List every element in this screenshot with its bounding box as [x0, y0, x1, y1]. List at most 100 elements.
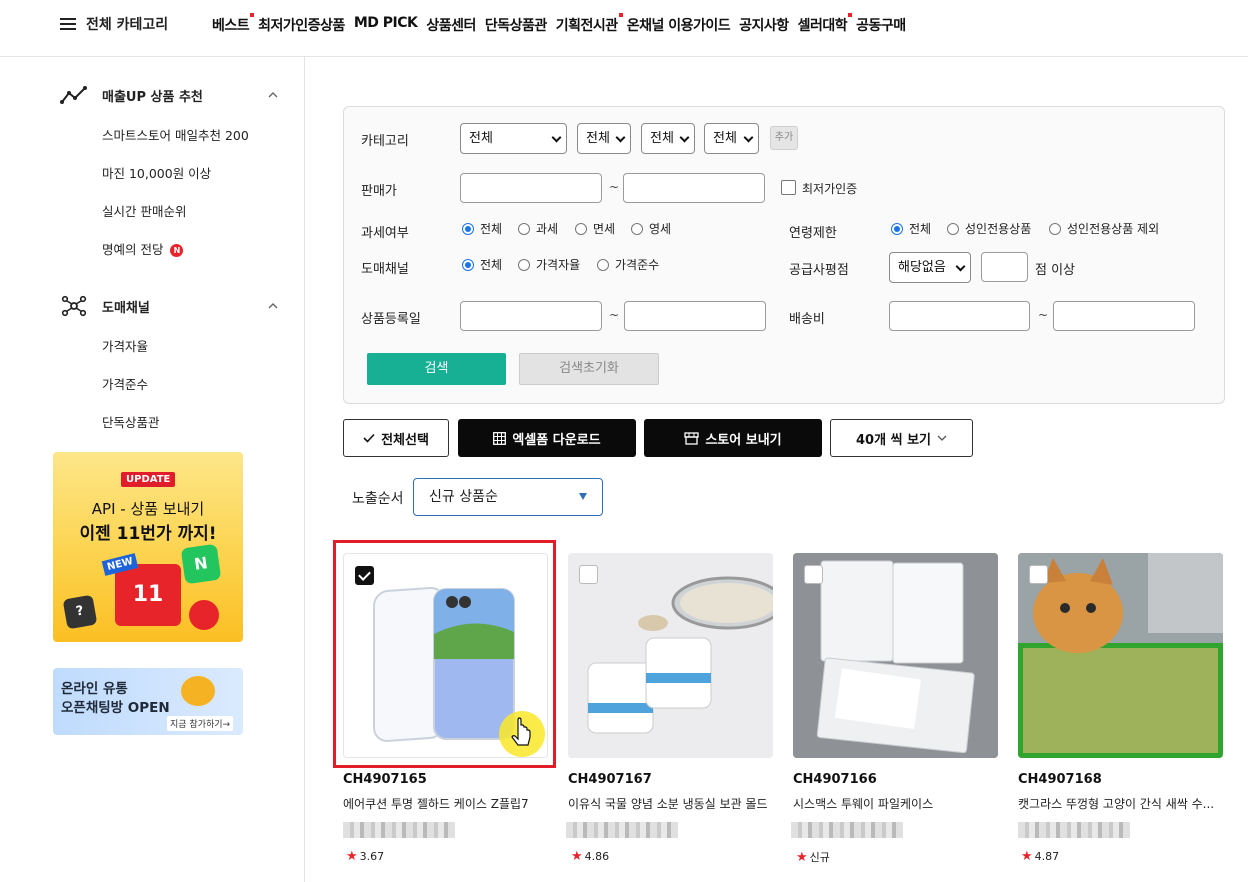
product-image[interactable]: [568, 553, 773, 758]
age-radio-all[interactable]: 전체: [891, 220, 931, 237]
question-icon: ?: [62, 594, 98, 630]
channel-radio-keep[interactable]: 가격준수: [597, 256, 659, 273]
lowest-price-checkbox[interactable]: [781, 180, 796, 195]
sort-label: 노출순서: [352, 491, 404, 507]
tax-label: 과세여부: [361, 226, 409, 241]
tilde-separator: ~: [1038, 308, 1049, 322]
excel-download-button[interactable]: 엑셀폼 다운로드: [458, 419, 636, 457]
per-page-dropdown[interactable]: 40개 씩 보기: [830, 419, 973, 457]
api-11st-banner[interactable]: UPDATE API - 상품 보내기 이젠 11번가 까지! N 11 NEW…: [53, 452, 243, 642]
category-select-1[interactable]: 전체: [460, 123, 567, 154]
sidebar-section-wholesale[interactable]: 도매채널: [60, 295, 278, 317]
menu-notice[interactable]: 공지사항: [739, 15, 789, 35]
menu-seller-univ[interactable]: 셀러대학: [798, 13, 853, 35]
product-checkbox[interactable]: [804, 565, 823, 584]
chevron-down-icon: [743, 132, 754, 143]
chat-bubble-icon: [181, 676, 215, 706]
radio-icon: [1049, 222, 1061, 235]
product-code: CH4907165: [343, 772, 427, 787]
category-select-2[interactable]: 전체: [577, 123, 631, 154]
search-button[interactable]: 검색: [367, 353, 506, 385]
regdate-start-input[interactable]: [460, 301, 602, 331]
rating-suffix: 점 이상: [1035, 263, 1076, 278]
lowest-price-label: 최저가인증: [802, 182, 858, 196]
shipping-max-input[interactable]: [1053, 301, 1195, 331]
tilde-separator: ~: [609, 308, 620, 322]
regdate-end-input[interactable]: [624, 301, 766, 331]
shipping-min-input[interactable]: [889, 301, 1030, 331]
send-to-store-button[interactable]: 스토어 보내기: [644, 419, 822, 457]
menu-product-center[interactable]: 상품센터: [426, 15, 476, 35]
sidebar-item-daily-200[interactable]: 스마트스토어 매일추천 200: [102, 125, 249, 144]
naver-logo-icon: N: [180, 543, 222, 585]
product-rating: ★ 신규: [796, 849, 830, 865]
age-radio-adult[interactable]: 성인전용상품: [947, 220, 1031, 237]
category-add-button[interactable]: 추가: [770, 126, 798, 150]
menu-lowest-price[interactable]: 최저가인증상품: [258, 15, 345, 35]
banner-line1: 온라인 유통: [61, 681, 128, 697]
supplier-rating-select[interactable]: 해당없음: [889, 252, 971, 283]
hand-pointer-icon: [511, 717, 531, 746]
product-name[interactable]: 시스맥스 투웨이 파일케이스: [793, 795, 998, 812]
product-name[interactable]: 이유식 국물 양념 소분 냉동실 보관 몰드: [568, 795, 773, 812]
price-min-input[interactable]: [460, 173, 602, 203]
channel-label: 도매채널: [361, 262, 409, 277]
tax-radio-exempt[interactable]: 면세: [575, 220, 615, 237]
product-image[interactable]: [1018, 553, 1223, 758]
sidebar-item-exclusive[interactable]: 단독상품관: [102, 412, 160, 431]
tilde-separator: ~: [609, 180, 620, 194]
chevron-down-icon: [937, 435, 947, 441]
price-label: 판매가: [361, 184, 397, 199]
product-checkbox[interactable]: [579, 565, 598, 584]
tax-radio-zero[interactable]: 영세: [631, 220, 671, 237]
menu-guide[interactable]: 온채널 이용가이드: [627, 15, 731, 35]
radio-icon: [631, 222, 643, 235]
chevron-up-icon[interactable]: [268, 301, 278, 311]
channel-radio-free[interactable]: 가격자율: [518, 256, 580, 273]
hamburger-icon: [60, 18, 76, 30]
reset-search-button[interactable]: 검색초기화: [519, 353, 659, 385]
sidebar-item-price-free[interactable]: 가격자율: [102, 336, 148, 355]
sidebar-section-title: 도매채널: [102, 300, 150, 316]
sidebar-section-sales-up[interactable]: 매출UP 상품 추천: [60, 84, 278, 106]
menu-exhibition[interactable]: 기획전시관: [556, 13, 623, 35]
open-chat-banner[interactable]: 온라인 유통 오픈채팅방 OPEN 지금 참가하기→: [53, 668, 243, 735]
file-case-image: [793, 553, 998, 758]
store-icon: [684, 431, 699, 445]
sidebar-item-hall-of-fame[interactable]: 명예의 전당 N: [102, 239, 184, 258]
new-dot-icon: [250, 13, 255, 17]
product-image[interactable]: [793, 553, 998, 758]
new-badge: N: [170, 244, 184, 257]
product-checkbox[interactable]: [1029, 565, 1048, 584]
sidebar-item-price-keep[interactable]: 가격준수: [102, 374, 148, 393]
cat-grass-image: [1018, 553, 1223, 758]
regdate-label: 상품등록일: [361, 312, 421, 327]
age-radio-exclude-adult[interactable]: 성인전용상품 제외: [1049, 220, 1159, 237]
radio-icon: [518, 258, 530, 271]
price-max-input[interactable]: [623, 173, 765, 203]
all-category-button[interactable]: 전체 카테고리: [60, 14, 168, 34]
check-icon: [363, 433, 375, 443]
product-name[interactable]: 캣그라스 뚜껑형 고양이 간식 새싹 수...: [1018, 795, 1223, 812]
menu-exclusive[interactable]: 단독상품관: [485, 15, 547, 35]
select-all-button[interactable]: 전체선택: [343, 419, 449, 457]
sidebar-section-title: 매출UP 상품 추천: [102, 89, 203, 105]
menu-md-pick[interactable]: MD PICK: [354, 15, 418, 35]
radio-icon: [947, 222, 959, 235]
category-select-3[interactable]: 전체: [641, 123, 695, 154]
chevron-up-icon[interactable]: [268, 90, 278, 100]
product-name[interactable]: 에어쿠션 투명 젤하드 케이스 Z플립7: [343, 795, 548, 812]
channel-radio-all[interactable]: 전체: [462, 256, 502, 273]
menu-group-buy[interactable]: 공동구매: [856, 15, 906, 35]
sort-select[interactable]: 신규 상품순: [413, 478, 603, 516]
tax-radio-taxable[interactable]: 과세: [518, 220, 558, 237]
sidebar-item-margin[interactable]: 마진 10,000원 이상: [102, 163, 211, 182]
trend-chart-icon: [60, 86, 87, 104]
join-link: 지금 참가하기→: [167, 716, 234, 731]
tax-radio-all[interactable]: 전체: [462, 220, 502, 237]
sidebar-item-realtime-rank[interactable]: 실시간 판매순위: [102, 201, 186, 220]
category-select-4[interactable]: 전체: [704, 123, 759, 154]
supplier-rating-input[interactable]: [981, 252, 1028, 282]
coupang-logo-icon: [189, 600, 219, 630]
menu-best[interactable]: 베스트: [212, 13, 255, 35]
